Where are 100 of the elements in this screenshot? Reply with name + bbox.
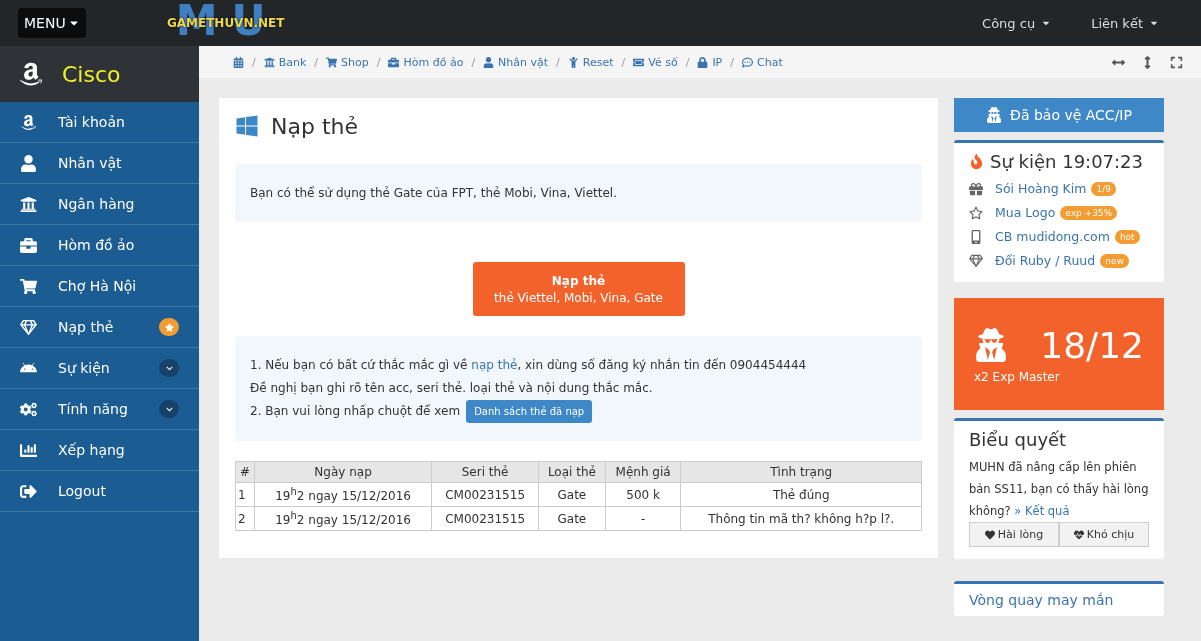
- sidebar-item[interactable]: Nạp thẻ: [0, 307, 199, 348]
- breadcrumb-separator: /: [556, 55, 560, 69]
- breadcrumb-separator: /: [621, 55, 626, 69]
- top-up-button[interactable]: Nạp thẻ thẻ Viettel, Mobi, Vina, Gate: [472, 262, 685, 316]
- sidebar-item[interactable]: Ngân hàng: [0, 184, 199, 225]
- windows-icon: [235, 114, 259, 138]
- event-link[interactable]: Sói Hoàng Kim: [995, 181, 1087, 196]
- user-icon: [20, 154, 37, 172]
- column-header: Mệnh giá: [605, 461, 681, 483]
- figure-icon: [567, 56, 579, 68]
- event-link[interactable]: CB mudidong.com: [995, 229, 1110, 244]
- heart-icon: [984, 529, 995, 540]
- breadcrumb-separator: /: [730, 55, 734, 69]
- column-header: Tình trạng: [680, 461, 922, 483]
- breadcrumb-separator: /: [314, 55, 319, 69]
- protect-button[interactable]: Đã bảo vệ ACC/IP: [954, 98, 1164, 132]
- breadcrumb-link[interactable]: IP: [697, 55, 723, 69]
- heartbeat-icon: [1073, 529, 1084, 540]
- event-badge: exp +35%: [1060, 205, 1118, 220]
- logout-icon: [20, 482, 37, 500]
- user-icon: [483, 56, 495, 68]
- calendar-icon[interactable]: [233, 56, 244, 68]
- table-cell: Gate: [538, 482, 606, 507]
- menu-button[interactable]: MENU: [18, 8, 86, 38]
- chevron-icon[interactable]: [159, 400, 179, 418]
- breadcrumb-link[interactable]: Bank: [263, 55, 307, 69]
- breadcrumb-link[interactable]: Vé số: [633, 55, 678, 69]
- event-badge: 1/9: [1091, 181, 1116, 196]
- breadcrumb-link[interactable]: Nhân vật: [483, 55, 549, 69]
- gift-icon: [969, 181, 983, 196]
- vote-button[interactable]: Khó chịu: [1059, 522, 1149, 547]
- info-message: Bạn có thể sử dụng thẻ Gate của FPT, thẻ Mobi, Vina, Viettel.: [235, 164, 922, 222]
- top-menu-link[interactable]: Liên kết: [1091, 15, 1159, 31]
- breadcrumb-separator: /: [376, 55, 381, 69]
- briefcase-icon: [388, 56, 400, 68]
- table-cell: 500 k: [605, 482, 681, 507]
- breadcrumb-link[interactable]: Hòm đồ ảo: [388, 55, 464, 69]
- breadcrumb-link[interactable]: Reset: [567, 55, 614, 69]
- promo-caption: x2 Exp Master: [974, 369, 1061, 384]
- cart-icon: [20, 277, 37, 295]
- column-header: Ngày nạp: [254, 461, 432, 483]
- table-cell: Thẻ đúng: [680, 482, 922, 507]
- promo-value: 18/12: [1040, 324, 1144, 366]
- event-badge: new: [1100, 253, 1129, 268]
- sidebar-item[interactable]: Logout: [0, 471, 199, 512]
- expand-icon[interactable]: [1170, 55, 1183, 69]
- sidebar-item[interactable]: Hòm đồ ảo: [0, 225, 199, 266]
- note-text: 1. Nếu bạn có bất cứ thắc mắc gì về nạp thẻ, xin dùng số đăng ký nhắn tin đến 0904454444: [250, 357, 808, 374]
- briefcase-icon: [20, 236, 37, 254]
- card-title: Biểu quyết: [969, 429, 1068, 450]
- column-header: Loại thẻ: [538, 461, 606, 483]
- gears-icon: [20, 400, 37, 418]
- results-link[interactable]: » Kết quả: [1014, 504, 1070, 518]
- event-badge: hot: [1114, 229, 1140, 244]
- ticket-icon: [633, 56, 645, 68]
- note-text: 2. Bạn vui lòng nhấp chuột để xem: [250, 404, 461, 418]
- table-cell: 2: [235, 506, 255, 531]
- top-menu-link[interactable]: Công cụ: [982, 15, 1052, 31]
- comment-icon: [742, 56, 753, 68]
- sidebar-item[interactable]: Tính năng: [0, 389, 199, 430]
- bar-chart-icon: [20, 441, 37, 459]
- event-link[interactable]: Mua Logo: [995, 205, 1056, 220]
- sidebar-item[interactable]: Sự kiện: [0, 348, 199, 389]
- sidebar-item[interactable]: Nhân vật: [0, 143, 199, 184]
- table-cell: CM00231515: [431, 482, 539, 507]
- breadcrumb-separator: /: [471, 55, 476, 69]
- sidebar-item[interactable]: Chợ Hà Nội: [0, 266, 199, 307]
- gem-icon: [20, 318, 37, 336]
- breadcrumb-link[interactable]: Shop: [326, 55, 369, 69]
- chevron-icon[interactable]: [159, 359, 179, 377]
- table-cell: 19$^{h}$2 ngay 15/12/2016: [254, 506, 432, 531]
- table-cell: Thông tin mã th? không h?p l?.: [680, 506, 922, 531]
- vote-button[interactable]: Hài lòng: [969, 522, 1059, 547]
- cart-icon: [326, 56, 338, 68]
- lock-icon: [697, 56, 709, 68]
- card-list-button[interactable]: Danh sách thẻ đã nạp: [466, 400, 593, 423]
- table-cell: CM00231515: [431, 506, 539, 531]
- sidebar-item[interactable]: Xếp hạng: [0, 430, 199, 471]
- panel-title: Nạp thẻ: [271, 113, 358, 139]
- event-link[interactable]: Đổi Ruby / Ruud: [995, 253, 1096, 268]
- poll-question: MUHN đã nâng cấp lên phiên bản SS11, bạn có thấy hài lòng không? » Kết quả: [969, 459, 1149, 520]
- breadcrumb-separator: /: [685, 55, 690, 69]
- star-icon: [969, 205, 983, 220]
- breadcrumb-link[interactable]: Chat: [742, 55, 783, 69]
- column-header: Seri thẻ: [431, 461, 539, 483]
- sidebar-item[interactable]: Tài khoản: [0, 102, 199, 143]
- table-cell: -: [605, 506, 681, 531]
- card-title: Sự kiện 19:07:23: [990, 151, 1144, 172]
- star-badge: [159, 318, 179, 336]
- a-letter-icon: [18, 61, 44, 87]
- table-cell: 1: [235, 482, 255, 507]
- a-letter-icon: [20, 113, 37, 131]
- phone-icon: [969, 229, 983, 244]
- table-cell: 19$^{h}$2 ngay 15/12/2016: [254, 482, 432, 507]
- spy-icon: [986, 107, 1003, 123]
- bank-icon: [20, 195, 37, 213]
- note-text: Đề nghị bạn ghi rõ tên acc, seri thẻ. loại thẻ và nội dung thắc mắc.: [250, 380, 654, 397]
- breadcrumb-separator: /: [252, 55, 256, 69]
- table-cell: Gate: [538, 506, 606, 531]
- card-title: Vòng quay may mắn: [969, 592, 1115, 608]
